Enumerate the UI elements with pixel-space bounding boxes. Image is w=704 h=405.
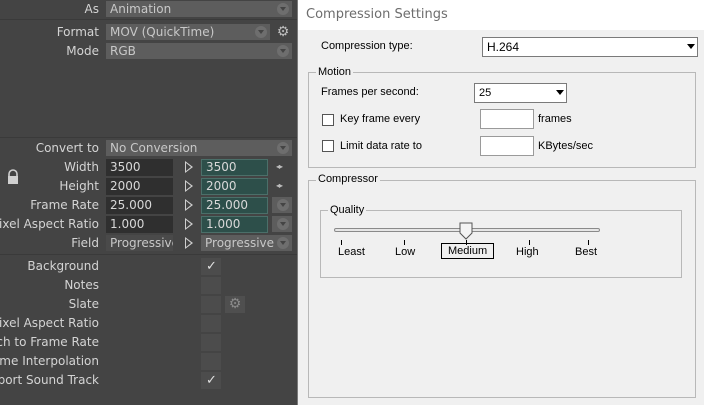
pixel-aspect-ratio-input[interactable]: 1.000 (106, 216, 173, 233)
quality-group-label: Quality (328, 204, 367, 216)
width-input[interactable]: 3500 (106, 159, 173, 176)
quality-level-medium: Medium (441, 243, 495, 259)
format-label: Format (56, 25, 99, 39)
play-arrow-icon[interactable] (185, 161, 193, 173)
key-frame-label: Key frame every (340, 113, 421, 125)
limit-data-rate-input[interactable] (480, 136, 534, 156)
slider-tick (404, 240, 405, 245)
format-value: MOV (QuickTime) (110, 25, 215, 39)
pixel-aspect-ratio-dropdown[interactable] (272, 216, 292, 232)
gear-icon: ⚙ (228, 296, 242, 312)
frame-rate-output-field[interactable]: 25.000 (201, 197, 268, 214)
export-sound-track-checkbox[interactable] (201, 372, 221, 389)
play-arrow-icon[interactable] (185, 199, 193, 211)
field-output-dropdown[interactable]: Progressive (201, 235, 292, 251)
chevron-down-icon (277, 3, 289, 15)
slider-tick (341, 240, 342, 245)
quality-level-best: Best (575, 246, 598, 258)
time-interpolation-checkbox[interactable] (201, 353, 221, 370)
frame-rate-input[interactable]: 25.000 (106, 197, 173, 214)
resize-arrows-icon[interactable]: ◂▸ (276, 162, 283, 171)
height-label: Height (59, 179, 99, 193)
compression-settings-dialog: Compression Settings Compression type: H… (297, 0, 704, 405)
compression-type-label: Compression type: (321, 40, 413, 52)
width-output-field[interactable]: 3500 (201, 159, 268, 176)
chevron-down-icon (277, 199, 289, 211)
fps-select[interactable]: 25 (474, 83, 567, 103)
quality-slider-thumb[interactable] (459, 222, 473, 240)
slider-tick (529, 240, 530, 245)
play-arrow-icon[interactable] (185, 218, 193, 230)
slate-settings-button[interactable]: ⚙ (225, 296, 245, 313)
resize-arrows-icon[interactable]: ◂▸ (276, 181, 283, 190)
option-label-time-interpolation: Time Interpolation (0, 354, 99, 368)
background-checkbox[interactable] (201, 258, 221, 275)
limit-data-rate-label: Limit data rate to (340, 140, 422, 152)
pixel-aspect-ratio-label: Pixel Aspect Ratio (0, 217, 99, 231)
width-label: Width (64, 160, 99, 174)
as-value: Animation (110, 2, 172, 16)
divider (0, 19, 297, 20)
chevron-down-icon (255, 26, 267, 38)
chevron-down-icon (277, 218, 289, 230)
pixel-aspect-ratio-checkbox[interactable] (201, 315, 221, 332)
as-label: As (84, 2, 99, 16)
field-label: Field (71, 236, 99, 250)
format-dropdown[interactable]: MOV (QuickTime) (106, 24, 270, 40)
lock-icon[interactable] (6, 169, 20, 185)
pixel-aspect-ratio-output-field[interactable]: 1.000 (201, 216, 268, 233)
stretch-to-frame-rate-checkbox[interactable] (201, 334, 221, 351)
compression-type-select[interactable]: H.264 (482, 37, 698, 57)
field-input[interactable]: Progressive (106, 235, 173, 251)
mode-value: RGB (110, 44, 136, 58)
convert-to-dropdown[interactable]: No Conversion (106, 140, 292, 156)
quality-level-least: Least (338, 246, 365, 258)
frame-rate-dropdown[interactable] (272, 197, 292, 213)
format-options-gear-icon[interactable]: ⚙ (274, 24, 292, 40)
key-frame-unit: frames (538, 113, 572, 125)
limit-data-rate-checkbox[interactable] (322, 140, 334, 152)
divider (0, 137, 297, 138)
as-dropdown[interactable]: Animation (106, 1, 292, 17)
chevron-down-icon (687, 44, 695, 49)
option-label-pixel-aspect-ratio: Pixel Aspect Ratio (0, 316, 99, 330)
motion-group-label: Motion (316, 66, 354, 78)
height-input[interactable]: 2000 (106, 178, 173, 195)
option-label-export-sound-track: Export Sound Track (0, 373, 99, 387)
play-arrow-icon[interactable] (185, 237, 193, 249)
notes-checkbox[interactable] (201, 277, 221, 294)
quality-level-high: High (516, 246, 539, 258)
key-frame-checkbox[interactable] (322, 114, 334, 126)
key-frame-input[interactable] (480, 109, 534, 129)
export-settings-panel: As Animation Format MOV (QuickTime) ⚙ Mo… (0, 0, 297, 405)
quality-level-low: Low (395, 246, 416, 258)
frame-rate-label: Frame Rate (30, 198, 99, 212)
convert-to-label: Convert to (35, 141, 99, 155)
fps-label: Frames per second: (321, 86, 419, 98)
height-output-field[interactable]: 2000 (201, 178, 268, 195)
compression-type-value: H.264 (487, 40, 520, 54)
slate-checkbox[interactable] (201, 296, 221, 313)
dialog-title: Compression Settings (298, 0, 704, 30)
fps-value: 25 (479, 87, 492, 99)
chevron-down-icon (277, 142, 289, 154)
limit-data-rate-unit: KBytes/sec (538, 140, 594, 152)
mode-dropdown[interactable]: RGB (106, 43, 292, 59)
option-label-stretch-to-frame-rate: Stretch to Frame Rate (0, 335, 99, 349)
chevron-down-icon (277, 45, 289, 57)
option-label-background: Background (27, 259, 99, 273)
field-output-value: Progressive (205, 236, 275, 250)
slider-tick (588, 240, 589, 245)
divider (0, 254, 297, 255)
chevron-down-icon (277, 237, 289, 249)
quality-group (320, 210, 682, 278)
option-label-notes: Notes (64, 278, 99, 292)
chevron-down-icon (556, 90, 564, 95)
play-arrow-icon[interactable] (185, 180, 193, 192)
compressor-group-label: Compressor (316, 173, 380, 185)
option-label-slate: Slate (68, 297, 99, 311)
convert-to-value: No Conversion (110, 141, 198, 155)
mode-label: Mode (66, 44, 99, 58)
